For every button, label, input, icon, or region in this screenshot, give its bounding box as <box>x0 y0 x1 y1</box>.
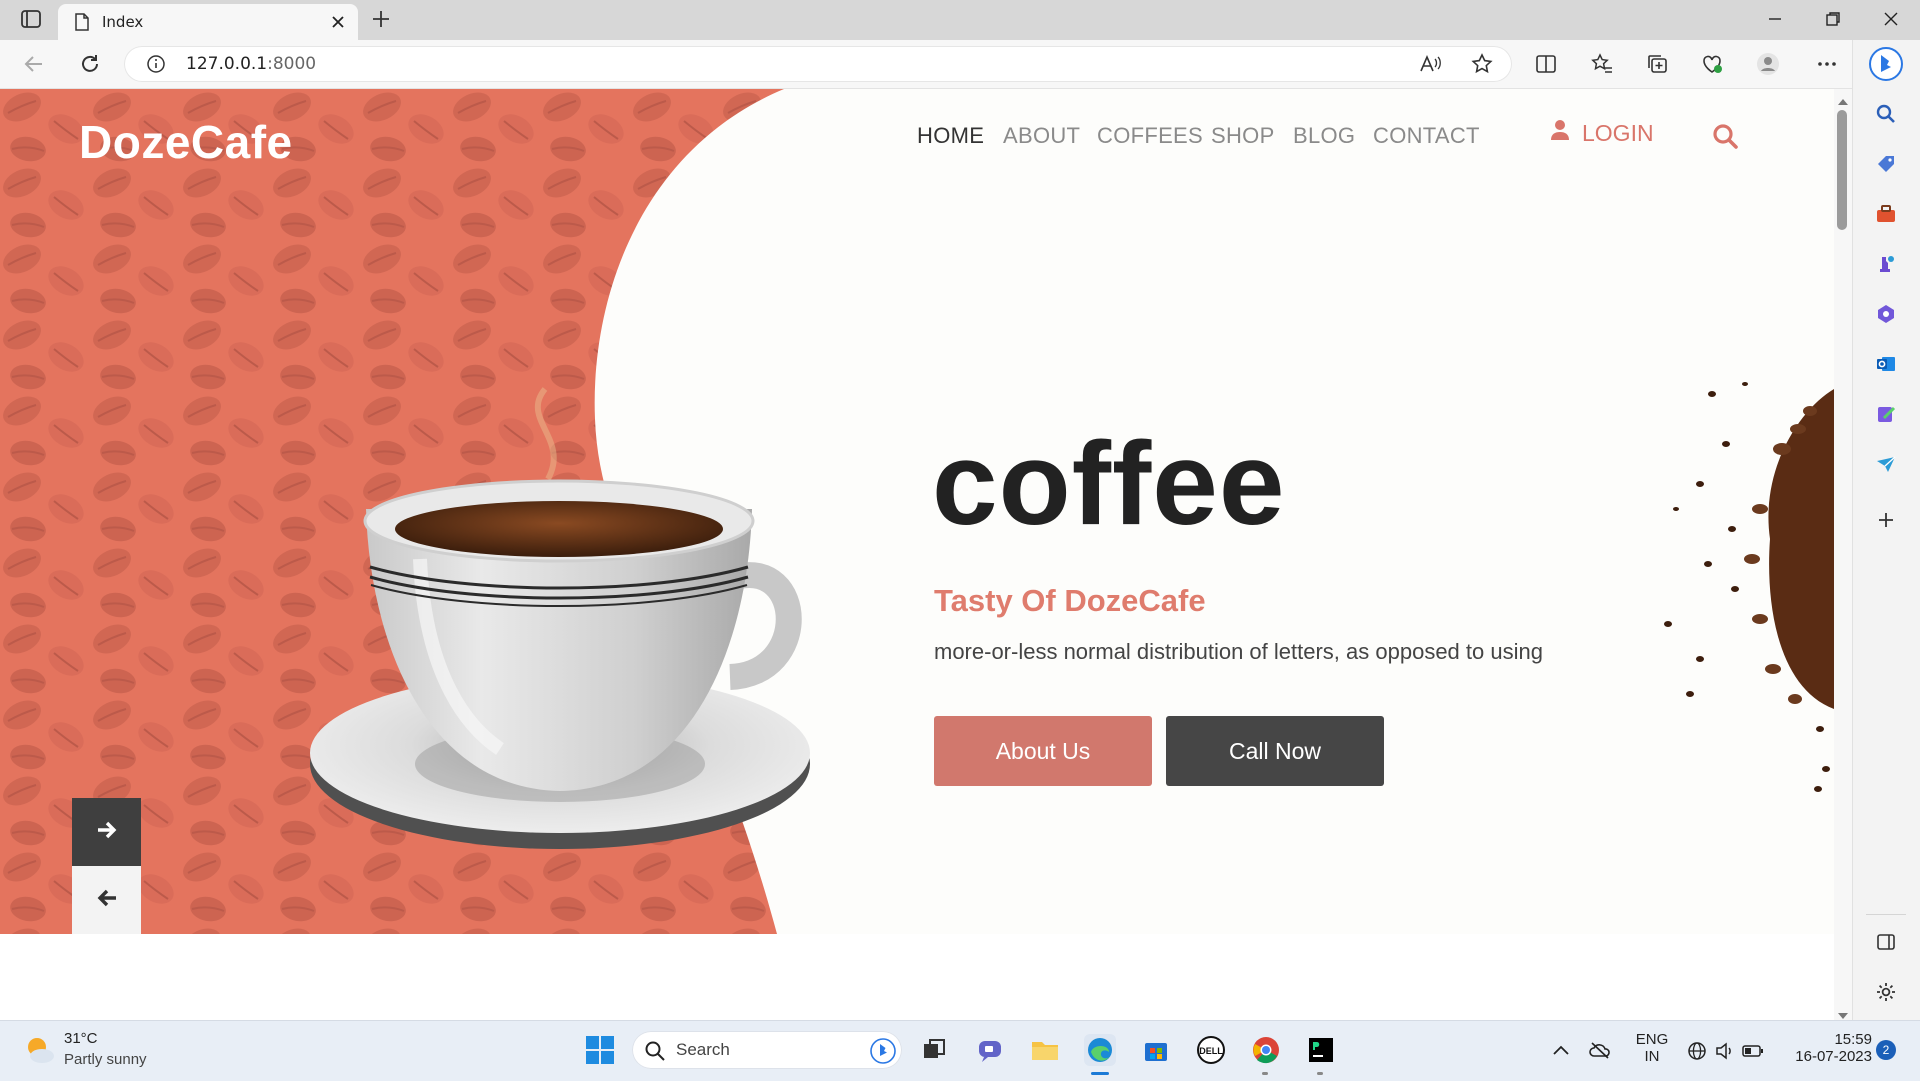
add-sidebar-app-icon[interactable] <box>1874 508 1898 532</box>
slider-next-button[interactable] <box>72 798 141 866</box>
scroll-up-icon[interactable] <box>1837 92 1849 111</box>
logo-doze: Doze <box>79 116 191 168</box>
hero-description: more-or-less normal distribution of lett… <box>934 639 1543 664</box>
page-below-fold <box>0 934 1834 1020</box>
file-explorer-icon[interactable] <box>1029 1034 1061 1066</box>
collections-icon[interactable] <box>1645 52 1669 80</box>
hero-title: coffee <box>932 418 1286 550</box>
about-us-button[interactable]: About Us <box>934 716 1152 786</box>
pycharm-icon[interactable] <box>1305 1034 1337 1066</box>
taskbar-search-icon <box>644 1040 666 1066</box>
minimize-icon[interactable] <box>1766 10 1784 32</box>
microsoft-365-icon[interactable] <box>1874 302 1898 326</box>
site-info-icon[interactable] <box>146 54 166 78</box>
split-screen-icon[interactable] <box>1534 52 1558 80</box>
language-indicator[interactable]: ENG IN <box>1632 1031 1672 1065</box>
onedrive-offline-icon[interactable] <box>1588 1040 1612 1064</box>
battery-icon[interactable] <box>1742 1043 1764 1063</box>
user-icon <box>1550 119 1570 147</box>
clock-date: 16-07-2023 <box>1795 1048 1872 1065</box>
microsoft-store-icon[interactable] <box>1140 1034 1172 1066</box>
site-logo[interactable]: DozeCafe <box>79 115 293 169</box>
nav-blog[interactable]: BLOG <box>1293 123 1355 149</box>
volume-icon[interactable] <box>1714 1040 1736 1066</box>
favorites-icon[interactable] <box>1590 52 1614 80</box>
arrow-left-icon <box>96 888 118 912</box>
tab-title: Index <box>102 13 144 31</box>
tools-briefcase-icon[interactable] <box>1874 202 1898 226</box>
close-tab-icon[interactable] <box>330 14 346 34</box>
language-in: IN <box>1644 1048 1660 1065</box>
logo-cafe: Cafe <box>190 116 293 168</box>
browser-essentials-icon[interactable] <box>1700 52 1724 80</box>
send-paper-plane-icon[interactable] <box>1874 452 1898 476</box>
active-app-indicator <box>1091 1072 1109 1075</box>
refresh-icon[interactable] <box>78 52 102 80</box>
login-label: LOGIN <box>1582 119 1654 146</box>
sidebar-search-icon[interactable] <box>1874 102 1898 126</box>
read-aloud-icon[interactable] <box>1418 53 1442 79</box>
nav-coffees[interactable]: COFFEES <box>1097 123 1203 149</box>
show-hidden-icons-chevron-icon[interactable] <box>1552 1042 1570 1061</box>
bing-search-icon[interactable] <box>870 1038 896 1068</box>
hide-sidebar-icon[interactable] <box>1874 930 1898 954</box>
chrome-icon[interactable] <box>1250 1034 1282 1066</box>
web-page: DozeCafe HOME ABOUT COFFEES SHOP BLOG CO… <box>0 89 1834 934</box>
call-now-button[interactable]: Call Now <box>1166 716 1384 786</box>
more-options-icon[interactable] <box>1815 52 1839 80</box>
tab-actions-icon[interactable] <box>20 8 42 30</box>
favorite-star-icon[interactable] <box>1470 52 1494 80</box>
login-link[interactable]: LOGIN <box>1550 119 1654 147</box>
hero-background <box>0 89 1834 934</box>
search-icon[interactable] <box>1712 123 1738 149</box>
page-icon <box>74 13 90 35</box>
shopping-tag-icon[interactable] <box>1874 152 1898 176</box>
bing-copilot-icon[interactable] <box>1868 46 1904 82</box>
sidebar-divider <box>1866 914 1906 915</box>
network-globe-icon[interactable] <box>1686 1040 1708 1066</box>
nav-home[interactable]: HOME <box>917 123 984 149</box>
taskbar-search-box[interactable] <box>632 1031 902 1069</box>
svg-text:DELL: DELL <box>1199 1046 1223 1056</box>
url-text[interactable]: 127.0.0.1:8000 <box>186 52 316 76</box>
profile-avatar-icon[interactable] <box>1756 52 1780 80</box>
task-view-icon[interactable] <box>918 1034 950 1066</box>
nav-about[interactable]: ABOUT <box>1003 123 1080 149</box>
teams-chat-icon[interactable] <box>974 1034 1006 1066</box>
dell-icon[interactable]: DELL <box>1195 1034 1227 1066</box>
close-window-icon[interactable] <box>1882 10 1900 32</box>
weather-temp: 31°C <box>64 1030 98 1047</box>
browser-tab-index[interactable]: Index <box>58 4 358 40</box>
hero-subtitle: Tasty Of DozeCafe <box>934 583 1206 618</box>
weather-description: Partly sunny <box>64 1051 147 1068</box>
nav-contact[interactable]: CONTACT <box>1373 123 1480 149</box>
windows-start-icon[interactable] <box>584 1034 616 1066</box>
restore-icon[interactable] <box>1824 10 1842 32</box>
language-eng: ENG <box>1635 1031 1669 1048</box>
url-host: 127.0.0.1 <box>186 54 268 74</box>
sidebar-settings-gear-icon[interactable] <box>1874 980 1898 1004</box>
games-chess-icon[interactable] <box>1874 252 1898 276</box>
running-app-indicator-2 <box>1317 1072 1323 1075</box>
outlook-icon[interactable] <box>1874 352 1898 376</box>
weather-sun-icon[interactable] <box>22 1032 56 1070</box>
notification-badge[interactable]: 2 <box>1876 1040 1896 1060</box>
arrow-right-icon <box>96 820 118 844</box>
nav-shop[interactable]: SHOP <box>1211 123 1275 149</box>
edge-browser-icon[interactable] <box>1084 1034 1116 1066</box>
taskbar-search-label: Search <box>676 1040 730 1059</box>
url-port: :8000 <box>267 54 317 74</box>
running-app-indicator <box>1262 1072 1268 1075</box>
scroll-thumb[interactable] <box>1837 110 1847 230</box>
new-tab-icon[interactable] <box>370 8 392 30</box>
address-field[interactable] <box>124 46 1512 82</box>
slider-prev-button[interactable] <box>72 866 141 934</box>
drop-notes-icon[interactable] <box>1874 402 1898 426</box>
back-icon[interactable] <box>22 52 46 80</box>
clock-time: 15:59 <box>1834 1031 1872 1048</box>
clock[interactable]: 15:59 16-07-2023 <box>1782 1031 1872 1065</box>
